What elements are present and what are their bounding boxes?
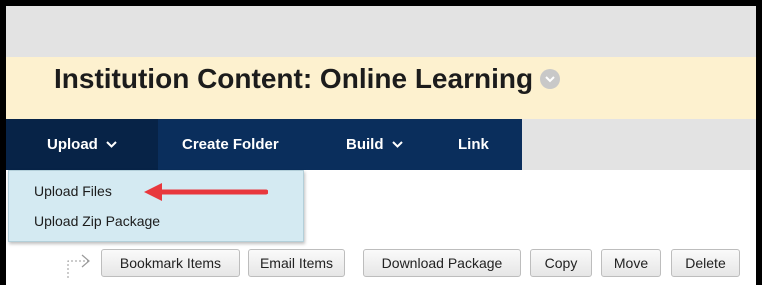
menu-item-upload-files[interactable]: Upload Files xyxy=(34,183,112,199)
upload-dropdown-menu: Upload Files Upload Zip Package xyxy=(8,170,304,242)
delete-button[interactable]: Delete xyxy=(671,249,740,277)
nav-upload-label: Upload xyxy=(47,136,98,153)
page-title-text: Institution Content: Online Learning xyxy=(54,63,534,94)
nav-bar-filler xyxy=(522,119,756,170)
content-action-bar: Upload Create Folder Build Link xyxy=(6,119,522,170)
move-button[interactable]: Move xyxy=(601,249,661,277)
nav-link-label: Link xyxy=(458,136,489,153)
bookmark-items-button[interactable]: Bookmark Items xyxy=(101,249,240,277)
menu-item-upload-zip-package[interactable]: Upload Zip Package xyxy=(34,213,160,229)
copy-button[interactable]: Copy xyxy=(530,249,592,277)
nav-link[interactable]: Link xyxy=(458,119,489,170)
download-package-button[interactable]: Download Package xyxy=(363,249,521,277)
email-items-button[interactable]: Email Items xyxy=(248,249,345,277)
nav-upload[interactable]: Upload xyxy=(6,119,158,170)
browser-frame: Institution Content: Online Learning Upl… xyxy=(6,6,756,285)
nav-create-folder-label: Create Folder xyxy=(182,136,279,153)
nav-build[interactable]: Build xyxy=(346,119,403,170)
nav-build-label: Build xyxy=(346,136,384,153)
title-bar: Institution Content: Online Learning xyxy=(6,57,756,119)
title-menu-chevron-icon[interactable] xyxy=(540,69,561,89)
chevron-down-icon xyxy=(106,141,117,148)
red-arrow-icon xyxy=(144,183,268,201)
chevron-down-icon xyxy=(391,141,403,148)
page-title: Institution Content: Online Learning xyxy=(54,63,561,95)
nav-create-folder[interactable]: Create Folder xyxy=(182,119,279,170)
tree-branch-arrow-icon xyxy=(67,254,90,278)
top-strip xyxy=(6,6,756,57)
